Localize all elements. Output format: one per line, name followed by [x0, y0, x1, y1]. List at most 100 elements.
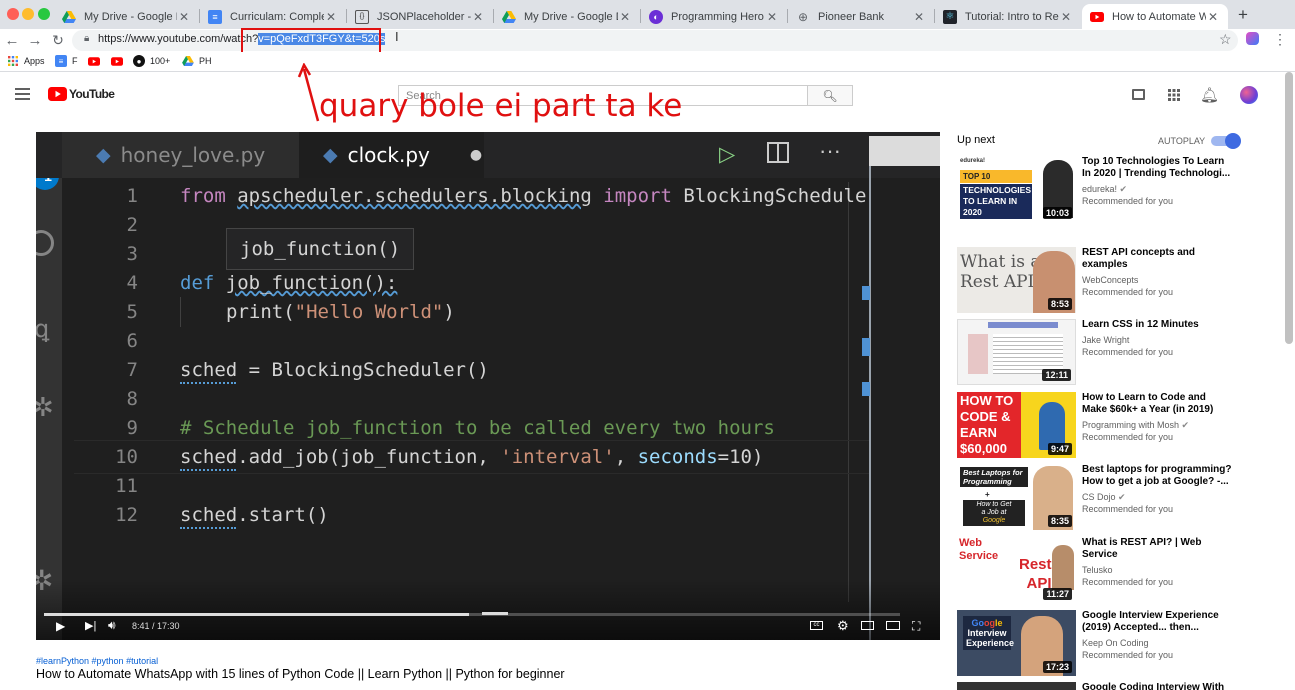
tab-title: How to Automate WhatsAp: [1112, 10, 1206, 23]
play-icon[interactable]: ▶: [56, 619, 65, 633]
bookmark-star-icon[interactable]: ☆: [1219, 31, 1232, 48]
close-icon[interactable]: ✕: [1059, 10, 1073, 24]
youtube-icon: [111, 55, 123, 67]
google-drive-icon: [182, 55, 194, 67]
back-button[interactable]: ←: [2, 29, 22, 52]
code-line-10: sched.add_job(job_function, 'interval', …: [180, 446, 764, 468]
miniplayer-icon[interactable]: [861, 621, 874, 630]
bookmark-youtube-2[interactable]: [111, 55, 128, 67]
channel-name: edureka! ✔: [1082, 184, 1128, 194]
browser-tab[interactable]: {} JSONPlaceholder - Fake o ✕: [347, 4, 493, 29]
video-thumbnail[interactable]: [957, 682, 1076, 690]
reload-button[interactable]: ↻: [48, 29, 68, 52]
autoplay-label: AUTOPLAY: [1158, 136, 1206, 146]
presenter-image: [1052, 545, 1074, 590]
recommended-video[interactable]: HOW TO CODE & EARN $60,000 9:47 How to L…: [957, 392, 1257, 458]
recommended-video[interactable]: 12:11 Learn CSS in 12 Minutes Jake Wrigh…: [957, 319, 1257, 385]
video-thumbnail[interactable]: edureka! TOP 10 TECHNOLOGIES TO LEARN IN 2…: [957, 156, 1076, 222]
recommended-video[interactable]: Web Service Rest API 11:27 What is REST AP…: [957, 537, 1257, 603]
scroll-marker: [862, 382, 870, 396]
video-duration: 8:35: [1047, 515, 1072, 527]
search-button[interactable]: 🔍︎: [807, 85, 853, 106]
video-title: How to Automate WhatsApp with 15 lines o…: [36, 667, 565, 681]
more-actions-icon: ···: [819, 138, 841, 163]
close-icon[interactable]: ✕: [765, 10, 779, 24]
video-title: REST API concepts and examples: [1082, 247, 1195, 270]
close-icon[interactable]: ✕: [324, 10, 338, 24]
recommended-video[interactable]: Google Interview Experience 17:23 Google I…: [957, 610, 1257, 676]
browser-tab[interactable]: ◐ Programming Hero | Blog ✕: [641, 4, 787, 29]
video-title: What is REST API? | Web Service: [1082, 537, 1202, 560]
avatar[interactable]: [1240, 86, 1258, 104]
theater-mode-icon[interactable]: [886, 621, 900, 630]
new-tab-button[interactable]: +: [1238, 5, 1248, 25]
apps-grid-icon[interactable]: [1168, 89, 1180, 104]
video-thumbnail[interactable]: Web Service Rest API 11:27: [957, 537, 1076, 603]
notifications-bell-icon[interactable]: 🔔︎: [1200, 86, 1219, 104]
close-icon[interactable]: ✕: [1206, 10, 1220, 24]
close-icon[interactable]: ✕: [912, 10, 926, 24]
editor-tab-bar: ◆ honey_love.py ◆ clock.py ● ▷ ···: [36, 132, 940, 178]
editor-tab-active[interactable]: ◆ clock.py ●: [299, 132, 484, 178]
page-scrollbar[interactable]: [1285, 72, 1293, 344]
video-player[interactable]: 1 ꝗ ✲ ✲ ◆ honey_love.py ◆ clock.py ● ▷ ·…: [36, 132, 940, 640]
video-title: Google Coding Interview With A: [1082, 682, 1225, 690]
video-thumbnail[interactable]: What is a Rest API? 8:53: [957, 247, 1076, 313]
bookmark-apps[interactable]: Apps: [7, 55, 45, 67]
verified-icon: ✔: [1119, 184, 1128, 194]
tab-title: JSONPlaceholder - Fake o: [377, 10, 471, 23]
forward-button[interactable]: →: [25, 29, 45, 52]
tab-title: My Drive - Google Drive: [524, 10, 618, 23]
video-thumbnail[interactable]: 12:11: [957, 319, 1076, 385]
video-duration: 11:27: [1043, 588, 1072, 600]
editor-tab[interactable]: ◆ honey_love.py: [62, 132, 299, 178]
fullscreen-icon[interactable]: ⛶: [912, 619, 920, 634]
autoplay-toggle[interactable]: [1211, 133, 1241, 149]
recommended-video[interactable]: What is a Rest API? 8:53 REST API concep…: [957, 247, 1257, 313]
close-icon[interactable]: ✕: [471, 10, 485, 24]
code-line-4: def job_function():: [180, 272, 398, 294]
browser-overlay: [869, 136, 940, 166]
close-icon[interactable]: ✕: [177, 10, 191, 24]
bookmark-youtube[interactable]: [88, 55, 105, 67]
browser-tab[interactable]: My Drive - Google Drive ✕: [494, 4, 640, 29]
create-video-icon[interactable]: [1132, 89, 1145, 100]
bookmark-docs[interactable]: ≡ F: [55, 55, 78, 67]
video-thumbnail[interactable]: Best Laptops for Programming + How to Get…: [957, 464, 1076, 530]
youtube-icon: [88, 55, 100, 67]
browser-tab[interactable]: My Drive - Google Drive ✕: [54, 4, 199, 29]
recommended-video[interactable]: edureka! TOP 10 TECHNOLOGIES TO LEARN IN 2…: [957, 156, 1257, 222]
hamburger-menu-icon[interactable]: [15, 88, 30, 100]
browser-tab[interactable]: ⊕ Pioneer Bank ✕: [788, 4, 934, 29]
menu-kebab-icon[interactable]: ⋮: [1273, 31, 1287, 48]
recommendation-label: Recommended for you: [1082, 577, 1174, 587]
scroll-marker: [862, 338, 870, 356]
browser-tab-active[interactable]: How to Automate WhatsAp ✕: [1082, 4, 1228, 29]
video-thumbnail[interactable]: Google Interview Experience 17:23: [957, 610, 1076, 676]
recommended-video[interactable]: Best Laptops for Programming + How to Get…: [957, 464, 1257, 530]
video-duration: 8:53: [1047, 298, 1072, 310]
next-video-icon[interactable]: ▶|: [85, 619, 96, 632]
youtube-logo[interactable]: YouTube: [48, 87, 115, 101]
browser-tab[interactable]: ≡ Curriculam: Complete Web ✕: [200, 4, 346, 29]
code-line-7: sched = BlockingScheduler(): [180, 359, 489, 381]
close-icon[interactable]: ✕: [618, 10, 632, 24]
video-thumbnail[interactable]: HOW TO CODE & EARN $60,000 9:47: [957, 392, 1076, 458]
settings-gear-icon[interactable]: ⚙: [837, 618, 849, 634]
window-maximize-button[interactable]: [38, 8, 50, 20]
recommendation-label: Recommended for you: [1082, 347, 1174, 357]
video-duration: 9:47: [1047, 443, 1072, 455]
bookmark-github[interactable]: ● 100+: [133, 55, 170, 67]
react-icon: ⚛: [943, 9, 957, 24]
extension-icon[interactable]: [1246, 32, 1259, 45]
video-title: Best laptops for programming? How to get…: [1082, 464, 1232, 487]
recommended-video[interactable]: Google Coding Interview With A: [957, 682, 1257, 690]
window-close-button[interactable]: [7, 8, 19, 20]
bookmark-drive[interactable]: PH: [182, 55, 212, 67]
unsaved-dot-icon: ●: [469, 147, 483, 163]
captions-icon[interactable]: cc: [810, 621, 823, 630]
window-minimize-button[interactable]: [22, 8, 34, 20]
browser-tab[interactable]: ⚛ Tutorial: Intro to React – Re ✕: [935, 4, 1081, 29]
hashtags[interactable]: #learnPython #python #tutorial: [36, 656, 158, 666]
volume-icon[interactable]: 🔊︎: [108, 618, 116, 633]
